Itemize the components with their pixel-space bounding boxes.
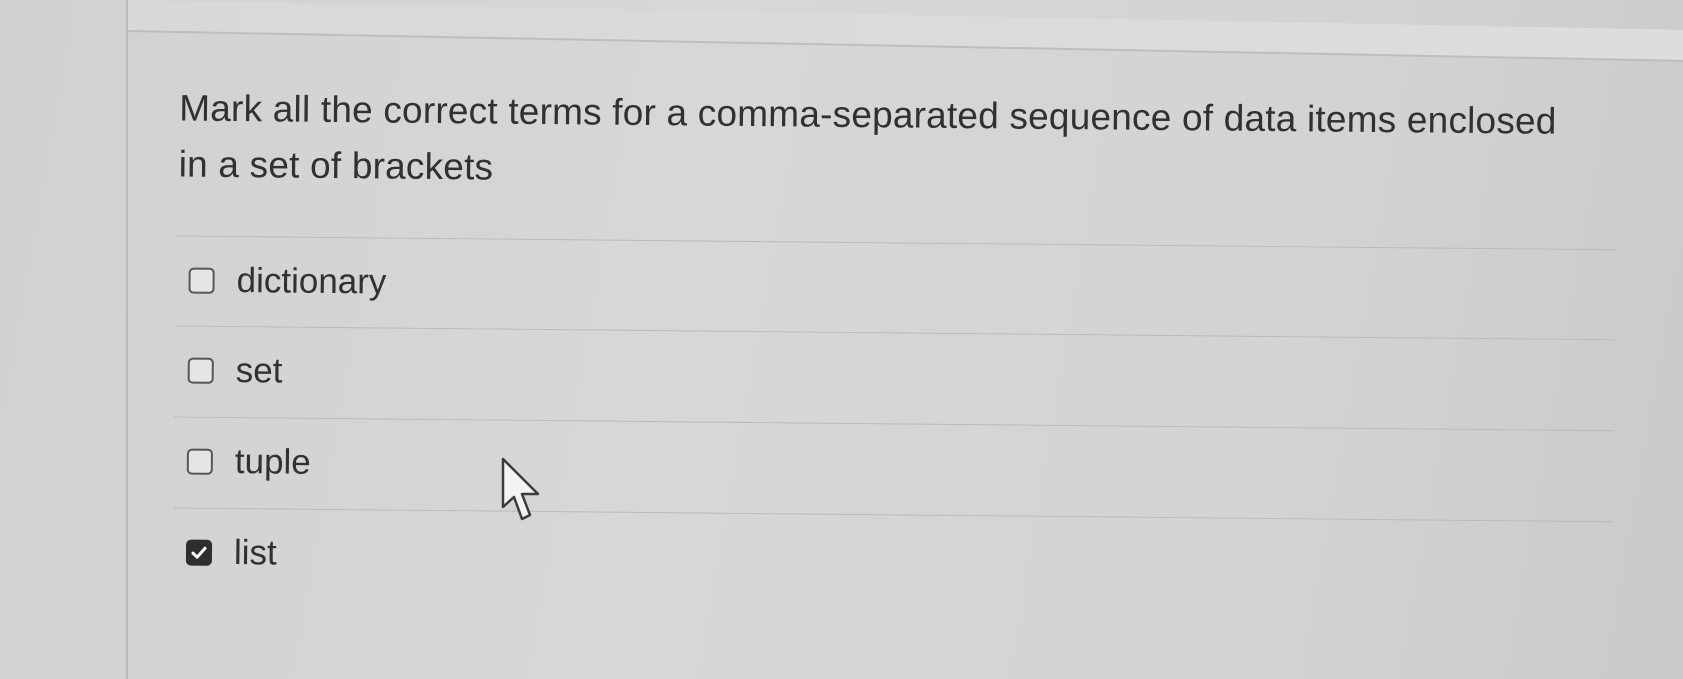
question-card: Mark all the correct terms for a comma-s… [122,30,1668,679]
mouse-pointer-icon [501,457,540,521]
answer-label: set [235,351,283,391]
quiz-page: Mark all the correct terms for a comma-s… [0,0,1683,679]
answer-label: dictionary [236,261,387,302]
checkbox-icon[interactable] [185,539,213,566]
checkmark-icon [191,546,207,559]
answer-label: list [233,533,277,573]
answer-divider [175,325,1616,341]
answer-option-set[interactable]: set [187,341,283,402]
answer-option-dictionary[interactable]: dictionary [188,251,387,313]
answer-option-list[interactable]: list [185,523,277,584]
answer-option-tuple[interactable]: tuple [186,432,311,493]
answer-divider [176,235,1616,251]
checkbox-icon[interactable] [187,357,214,384]
answer-label: tuple [234,442,311,482]
question-text: Mark all the correct terms for a comma-s… [178,87,1557,188]
checkbox-icon[interactable] [188,267,215,294]
answer-divider [174,416,1615,432]
checkbox-icon[interactable] [186,448,213,475]
answer-divider [173,507,1614,523]
